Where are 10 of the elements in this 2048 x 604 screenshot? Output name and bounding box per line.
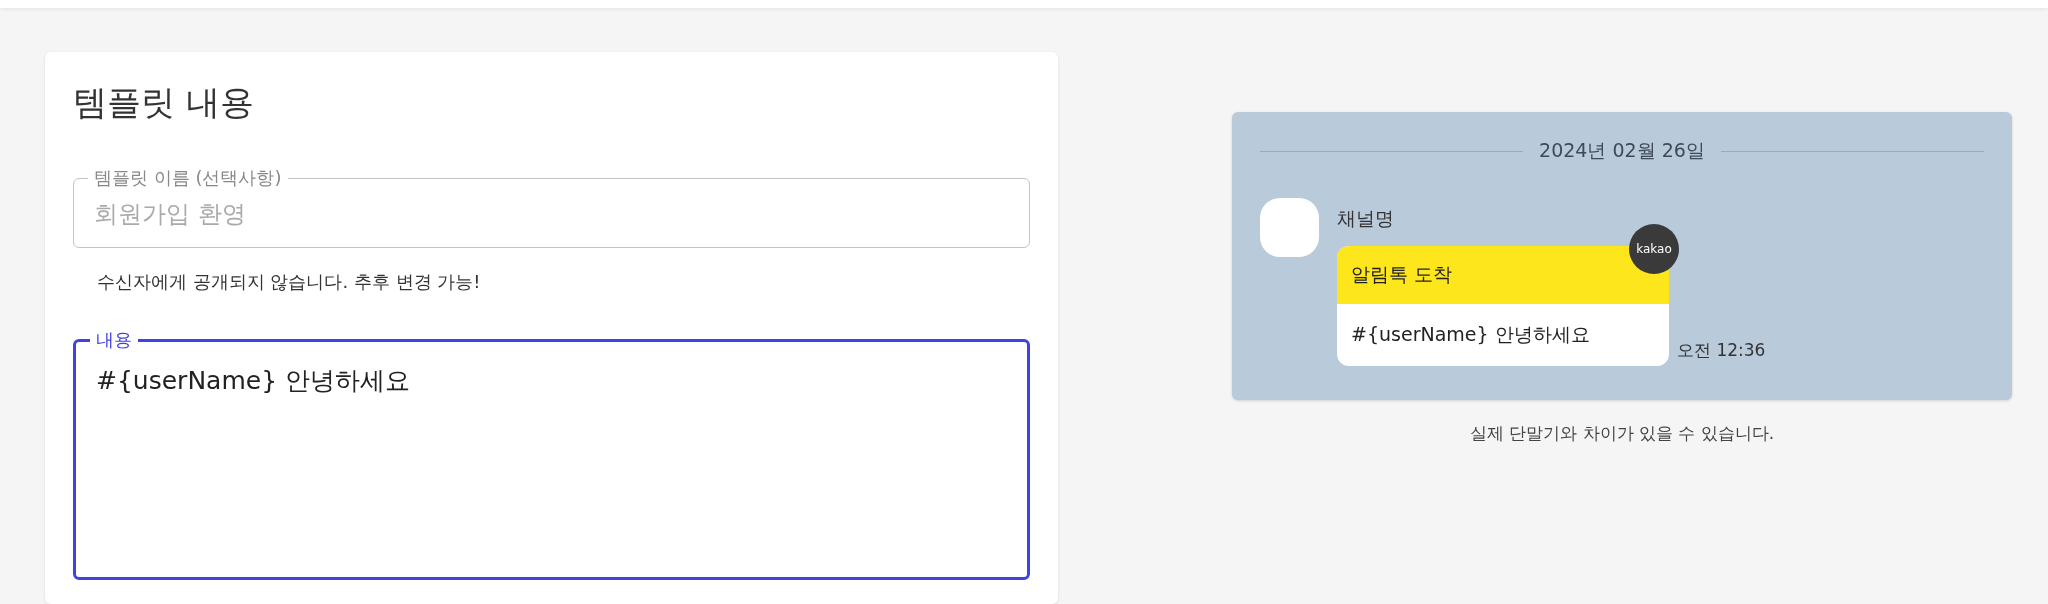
avatar [1260,198,1319,257]
name-input[interactable]: 회원가입 환영 [94,190,1009,237]
message-text: #{userName} 안녕하세요 [1350,322,1591,347]
helper-text: 수신자에게 공개되지 않습니다. 추후 변경 가능! [97,270,482,294]
channel-name: 채널명 [1337,206,1395,231]
date-label: 2024년 02월 26일 [1539,138,1705,163]
section-title: 템플릿 내용 [73,81,255,124]
preview-note: 실제 단말기와 차이가 있을 수 있습니다. [1469,422,1775,445]
kakao-badge: kakao [1629,224,1679,274]
message-time: 오전 12:36 [1677,339,1766,362]
